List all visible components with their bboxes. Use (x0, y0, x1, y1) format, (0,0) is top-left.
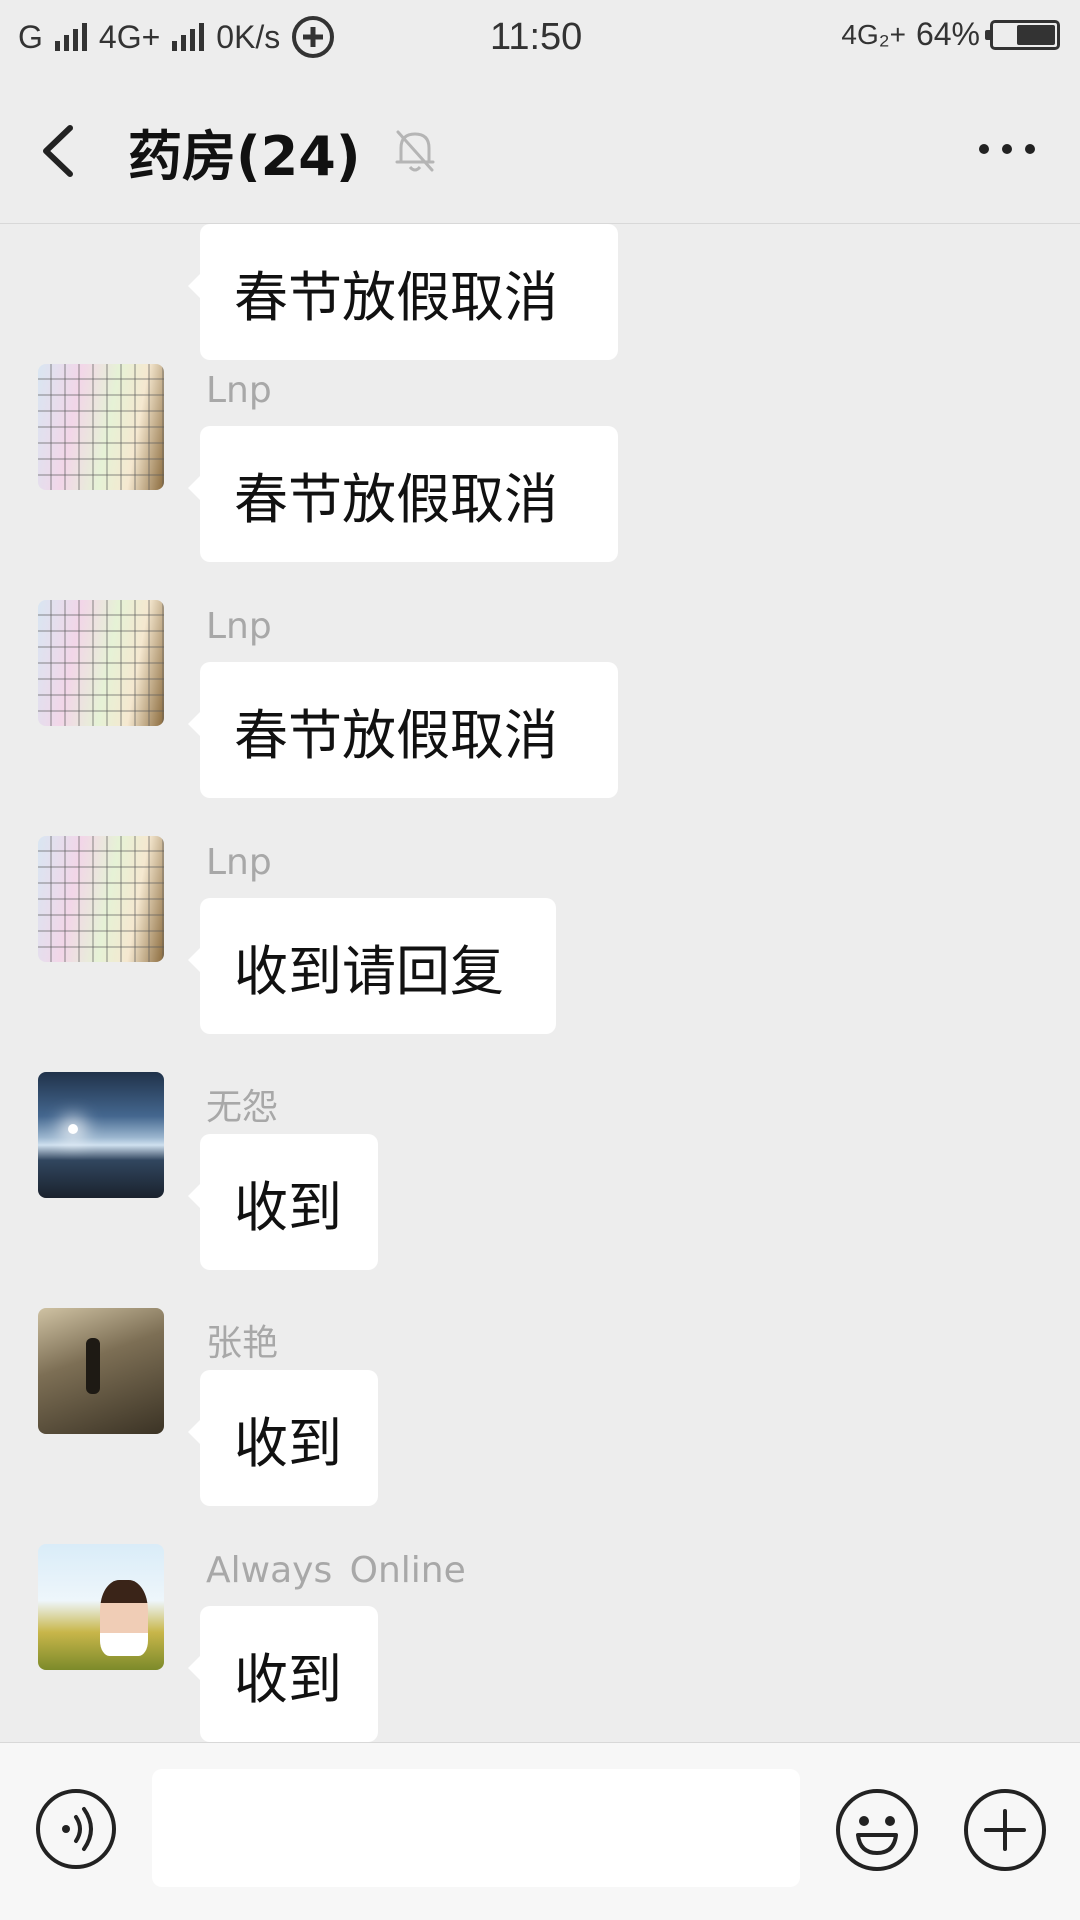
sender-name: 张艳 (206, 1323, 279, 1364)
message-bubble[interactable]: 收到 (188, 1606, 378, 1742)
more-horizontal-icon (979, 144, 1035, 154)
message-input[interactable] (152, 1769, 800, 1887)
chat-header: 药房(24) (0, 76, 1080, 224)
status-right: 4G₂+ 64% (841, 16, 1060, 53)
avatar[interactable] (38, 600, 164, 726)
bell-off-icon (392, 126, 438, 176)
hotspot-icon (292, 16, 335, 58)
message-list[interactable]: 春节放假取消 Lnp 春节放假取消 Lnp 春节放假取消 Lnp 收到请回复 无… (0, 224, 1080, 1742)
message-bubble[interactable]: 收到 (188, 1134, 378, 1270)
chat-screen: G 4G+ 0K/s 11:50 4G₂+ 64% 药房(24) 春节放假取消 … (0, 0, 1080, 1920)
avatar[interactable] (38, 836, 164, 962)
message-item: 春节放假取消 (0, 224, 1080, 362)
message-bubble[interactable]: 春节放假取消 (188, 426, 618, 562)
emoji-icon (836, 1789, 918, 1871)
network-type-2: 4G+ (98, 18, 161, 55)
voice-button[interactable] (34, 1787, 118, 1871)
status-bar: G 4G+ 0K/s 11:50 4G₂+ 64% (0, 0, 1080, 76)
emoji-button[interactable] (834, 1787, 920, 1873)
sender-name: Always Online (206, 1550, 466, 1591)
sender-name: Lnp (206, 370, 272, 411)
battery-icon (985, 19, 1060, 50)
message-bubble[interactable]: 收到请回复 (188, 898, 556, 1034)
sender-name: Lnp (206, 842, 272, 883)
avatar[interactable] (38, 1072, 164, 1198)
battery-percent: 64% (915, 16, 980, 52)
back-button[interactable] (30, 116, 90, 186)
message-bubble[interactable]: 收到 (188, 1370, 378, 1506)
more-functions-button[interactable] (962, 1787, 1048, 1873)
signal-icon-2 (172, 23, 205, 51)
message-item: Lnp 春节放假取消 (0, 364, 1080, 564)
avatar[interactable] (38, 1308, 164, 1434)
avatar[interactable] (38, 364, 164, 490)
message-item: 无怨 收到 (0, 1072, 1080, 1272)
message-item: Lnp 春节放假取消 (0, 600, 1080, 800)
message-item: Lnp 收到请回复 (0, 836, 1080, 1036)
message-item: 张艳 收到 (0, 1308, 1080, 1508)
avatar[interactable] (38, 1544, 164, 1670)
input-bar (0, 1742, 1080, 1920)
status-left: G 4G+ 0K/s (18, 16, 335, 58)
status-time: 11:50 (490, 16, 583, 58)
chat-title: 药房(24) (128, 125, 361, 188)
sender-name: Lnp (206, 606, 272, 647)
plus-circle-icon (964, 1789, 1046, 1871)
voice-icon (36, 1789, 116, 1869)
message-bubble[interactable]: 春节放假取消 (188, 224, 618, 360)
battery-fill (1017, 24, 1055, 45)
sender-name: 无怨 (206, 1087, 279, 1128)
network-speed: 0K/s (216, 18, 281, 55)
network-type-3: 4G₂+ (841, 18, 906, 50)
message-bubble[interactable]: 春节放假取消 (188, 662, 618, 798)
more-button[interactable] (974, 124, 1040, 174)
network-type: G (18, 18, 43, 55)
message-item: Always Online 收到 (0, 1544, 1080, 1742)
chevron-left-icon (43, 125, 73, 177)
signal-icon (54, 23, 87, 51)
